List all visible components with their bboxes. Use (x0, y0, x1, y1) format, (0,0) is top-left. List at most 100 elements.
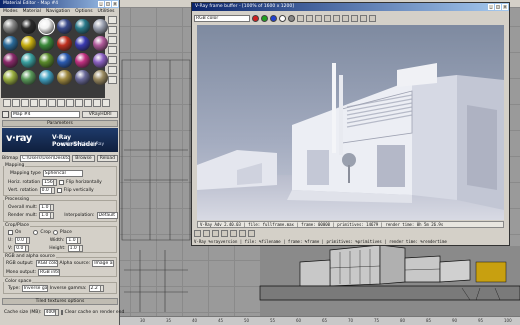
cache-size-input[interactable]: 4000 (43, 308, 56, 316)
sample-type-icon[interactable] (107, 16, 117, 24)
material-sample-slot[interactable] (21, 35, 36, 51)
material-sample-slot[interactable] (57, 18, 72, 34)
inverse-gamma-spinner[interactable] (100, 284, 104, 292)
go-to-parent-icon[interactable] (93, 99, 101, 107)
crop-radio[interactable] (33, 229, 39, 235)
material-sample-slot[interactable] (3, 35, 18, 51)
red-channel-icon[interactable] (252, 14, 259, 22)
mono-output-dropdown[interactable]: RGB intensity (38, 268, 61, 276)
rgb-output-dropdown[interactable]: RGB color (35, 259, 58, 267)
alpha-source-dropdown[interactable]: Image alpha (92, 259, 115, 267)
material-sample-slot[interactable] (57, 35, 72, 51)
blue-channel-icon[interactable] (270, 14, 277, 22)
menu-navigation[interactable]: Navigation (46, 8, 70, 15)
make-copy-icon[interactable] (39, 99, 47, 107)
material-editor-titlebar[interactable]: Material Editor - Map #4 _ □ × (0, 0, 119, 8)
clear-cache-checkbox[interactable] (60, 309, 63, 315)
clear-image-icon[interactable] (315, 14, 322, 22)
crop-on-checkbox[interactable] (8, 229, 13, 235)
mono-icon[interactable] (288, 14, 295, 22)
material-sample-slot[interactable] (57, 52, 72, 68)
save-image-icon[interactable] (297, 14, 304, 22)
vfb-maximize-button[interactable]: □ (495, 4, 501, 10)
cache-size-spinner[interactable] (55, 308, 59, 316)
lens-effects-icon[interactable] (239, 230, 246, 237)
levels-icon[interactable] (203, 230, 210, 237)
stop-render-icon[interactable] (369, 14, 376, 22)
u-input[interactable]: 0.0 (14, 236, 27, 244)
menu-utilities[interactable]: Utilities (98, 8, 115, 15)
render-mult-input[interactable]: 1.0 (39, 211, 52, 219)
video-color-check-icon[interactable] (107, 56, 117, 64)
vfb-minimize-button[interactable]: _ (488, 4, 494, 10)
material-sample-slot[interactable] (75, 18, 90, 34)
put-to-scene-icon[interactable] (12, 99, 20, 107)
width-spinner[interactable] (78, 236, 82, 244)
show-end-result-icon[interactable] (84, 99, 92, 107)
menu-modes[interactable]: Modes (3, 8, 18, 15)
get-material-icon[interactable] (3, 99, 11, 107)
duplicate-vfb-icon[interactable] (324, 14, 331, 22)
make-unique-icon[interactable] (48, 99, 56, 107)
maximize-button[interactable]: □ (105, 1, 111, 7)
material-sample-slot[interactable] (3, 18, 18, 34)
material-id-icon[interactable] (66, 99, 74, 107)
channel-dropdown[interactable]: RGB color (194, 14, 250, 22)
height-spinner[interactable] (79, 244, 83, 252)
vert-rotation-input[interactable]: 0.0 (39, 186, 52, 194)
material-sample-slot[interactable] (21, 52, 36, 68)
vert-rotation-spinner[interactable] (51, 186, 55, 194)
u-spinner[interactable] (26, 236, 30, 244)
close-button[interactable]: × (112, 1, 118, 7)
render-mult-spinner[interactable] (51, 211, 55, 219)
background-icon[interactable] (107, 36, 117, 44)
assign-to-selection-icon[interactable] (21, 99, 29, 107)
map-type-button[interactable]: VRayHDRI (82, 111, 118, 118)
reset-map-icon[interactable] (30, 99, 38, 107)
vfb-titlebar[interactable]: V-Ray frame buffer - [100% of 1600 x 120… (192, 3, 509, 11)
material-sample-slot[interactable] (75, 35, 90, 51)
backlight-icon[interactable] (107, 26, 117, 34)
material-sample-slot[interactable] (39, 35, 54, 51)
material-sample-slot[interactable] (39, 69, 54, 85)
material-sample-slot[interactable] (3, 52, 18, 68)
material-sample-slot[interactable] (21, 18, 36, 34)
vfb-stamp-template-field[interactable]: V-Ray %vrayversion | file: %filename | f… (194, 238, 507, 245)
material-sample-slot[interactable] (21, 69, 36, 85)
pick-material-icon[interactable] (2, 111, 9, 118)
horiz-rotation-spinner[interactable] (54, 178, 58, 186)
options-icon[interactable] (107, 76, 117, 84)
put-to-library-icon[interactable] (57, 99, 65, 107)
material-sample-slot[interactable] (39, 52, 54, 68)
vfb-close-button[interactable]: × (502, 4, 508, 10)
material-sample-slot[interactable] (57, 69, 72, 85)
menu-material[interactable]: Material (23, 8, 41, 15)
exposure-icon[interactable] (221, 230, 228, 237)
v-input[interactable]: 0.0 (14, 244, 27, 252)
horiz-rotation-input[interactable]: 156.0 (42, 178, 55, 186)
stamp-icon[interactable] (248, 230, 255, 237)
timeline-ruler[interactable]: 30 35 40 45 50 55 60 65 70 75 80 85 90 9… (120, 316, 520, 325)
bitmap-path-field[interactable]: C:\Users\User\Desktop\Environment (20, 154, 71, 162)
uv-tiling-icon[interactable] (107, 46, 117, 54)
material-sample-slot[interactable] (38, 17, 55, 35)
color-correction-icon[interactable] (194, 230, 201, 237)
material-sample-slot[interactable] (3, 69, 18, 85)
browse-button[interactable]: Browse (72, 154, 95, 162)
tiled-textures-rollout[interactable]: Tiled textures options (2, 298, 118, 305)
flip-vertically-checkbox[interactable] (56, 187, 62, 193)
material-sample-slot[interactable] (75, 52, 90, 68)
render-last-icon[interactable] (351, 14, 358, 22)
interpolation-dropdown[interactable]: Default (96, 211, 118, 219)
curves-icon[interactable] (212, 230, 219, 237)
v-spinner[interactable] (26, 244, 30, 252)
height-input[interactable]: 1.0 (67, 244, 80, 252)
overall-mult-spinner[interactable] (51, 203, 55, 211)
region-render-icon[interactable] (342, 14, 349, 22)
overall-mult-input[interactable]: 1.0 (39, 203, 52, 211)
load-image-icon[interactable] (306, 14, 313, 22)
color-space-type-dropdown[interactable]: Inverse gamma (21, 284, 48, 292)
place-radio[interactable] (52, 229, 58, 235)
show-map-icon[interactable] (75, 99, 83, 107)
mapping-type-dropdown[interactable]: Spherical (42, 169, 83, 177)
